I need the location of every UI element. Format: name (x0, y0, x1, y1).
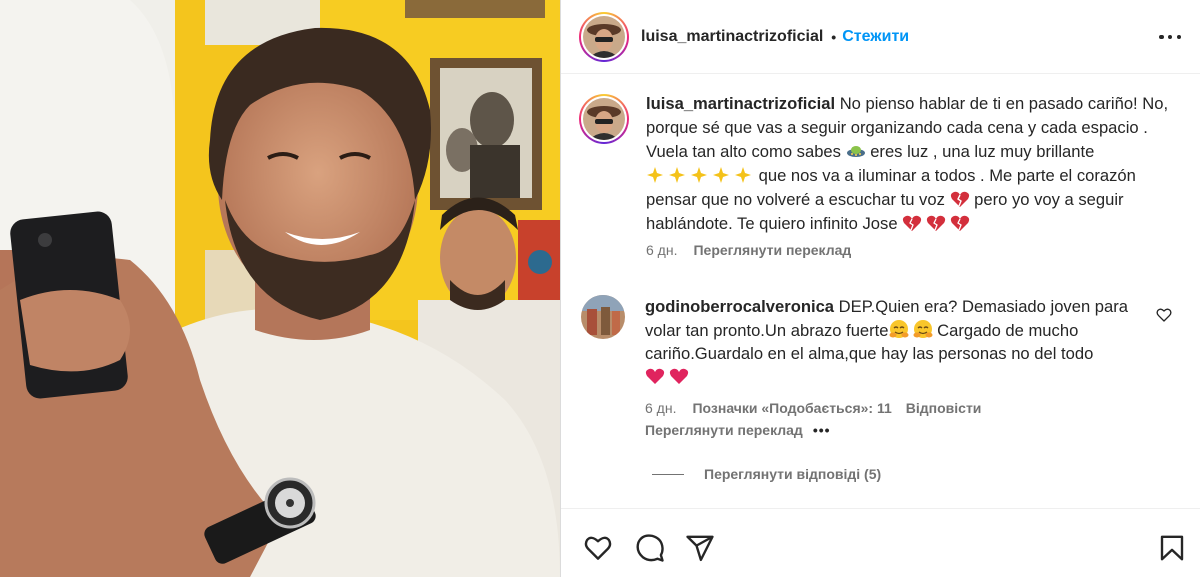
caption-meta: 6 дн. Переглянути переклад (646, 242, 1184, 258)
commenter-username[interactable]: godinoberrocalveronica (645, 297, 834, 316)
red-hearts-emoji-icon (645, 366, 1150, 390)
comment-more-options-icon[interactable]: ••• (813, 422, 831, 438)
broken-heart-emoji-icon (950, 191, 969, 207)
author-avatar-image (583, 15, 625, 58)
caption-text-part-2: eres luz , una luz muy brillante (870, 142, 1095, 161)
post-caption: luisa_martinactrizoficial No pienso habl… (579, 92, 1184, 258)
sparkles-emoji-icon (646, 166, 754, 185)
caption-author-username[interactable]: luisa_martinactrizoficial (646, 94, 835, 113)
comment-icon[interactable] (635, 533, 665, 563)
follow-button[interactable]: Стежити (842, 28, 909, 46)
separator-dot: • (831, 28, 837, 45)
heart-icon[interactable] (583, 533, 613, 563)
caption-author-avatar-image (583, 98, 625, 140)
comment-like-heart-icon[interactable] (1156, 307, 1172, 323)
post-photo-illustration (0, 0, 560, 577)
comment-age: 6 дн. (645, 399, 677, 416)
paper-plane-icon[interactable] (685, 533, 715, 563)
caption-text: luisa_martinactrizoficial No pienso habl… (646, 92, 1184, 236)
broken-hearts-emoji-icon (902, 214, 974, 233)
comment-reply-button[interactable]: Відповісти (906, 400, 982, 416)
hugging-face-emoji-icon (889, 319, 933, 338)
author-avatar[interactable] (579, 11, 629, 62)
caption-author-avatar[interactable] (579, 94, 629, 144)
flying-saucer-emoji-icon (846, 146, 865, 157)
bookmark-icon[interactable] (1157, 533, 1187, 563)
comment-item: godinoberrocalveronica DEP.Quien era? De… (581, 295, 1186, 440)
post-photo[interactable] (0, 0, 560, 577)
comment-text: godinoberrocalveronica DEP.Quien era? De… (645, 295, 1150, 390)
author-username[interactable]: luisa_martinactrizoficial (641, 28, 823, 46)
replies-divider-line (652, 473, 684, 475)
more-options-icon[interactable] (1159, 27, 1181, 47)
post-details-panel: luisa_martinactrizoficial • Стежити luis… (560, 0, 1200, 577)
comment-translate-link[interactable]: Переглянути переклад (645, 422, 803, 438)
view-replies-label: Переглянути відповіді (5) (704, 466, 882, 482)
caption-translate-link[interactable]: Переглянути переклад (693, 242, 851, 258)
commenter-avatar[interactable] (581, 295, 625, 339)
comment-meta: 6 дн. Позначки «Подобається»: 11 Відпові… (645, 398, 1150, 440)
post-header: luisa_martinactrizoficial • Стежити (561, 0, 1200, 74)
comment-likes-count[interactable]: Позначки «Подобається»: 11 (692, 400, 891, 416)
post-actions-bar (561, 508, 1200, 577)
caption-age: 6 дн. (646, 242, 678, 258)
view-replies-button[interactable]: Переглянути відповіді (5) (652, 466, 881, 482)
